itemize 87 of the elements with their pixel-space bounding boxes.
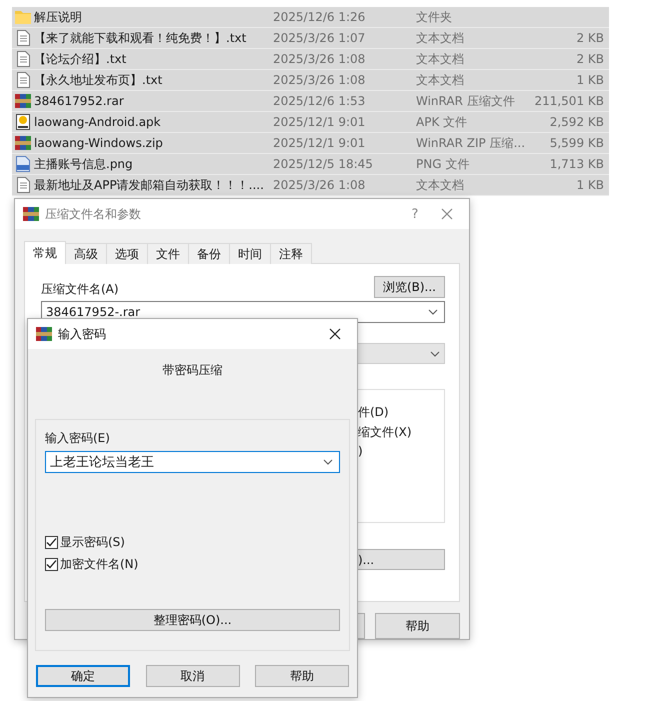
tab[interactable]: 时间	[229, 243, 271, 264]
options-button[interactable]: )...	[357, 549, 445, 570]
window-title: 压缩文件名和参数	[45, 206, 142, 222]
file-name: 【论坛介绍】.txt	[34, 50, 128, 68]
file-date: 2025/12/6 1:26	[273, 10, 366, 24]
file-row[interactable]: 【永久地址发布页】.txt 2025/3/26 1:08 文本文档 1 KB	[12, 70, 609, 91]
books-icon	[36, 326, 52, 342]
option-label: )	[357, 444, 364, 458]
dialog-button[interactable]: 帮助	[255, 665, 349, 687]
file-name: 【来了就能下载和观看！纯免费！】.txt	[34, 30, 248, 46]
file-size: 2 KB	[575, 31, 604, 45]
file-date: 2025/3/26 1:08	[273, 178, 366, 192]
file-size: 2 KB	[575, 52, 604, 66]
file-date: 2025/3/26 1:07	[273, 31, 366, 45]
option-label: 件(D)	[357, 404, 390, 421]
file-name: 主播账号信息.png	[34, 156, 134, 172]
file-size: 1 KB	[575, 178, 604, 192]
dialog-button[interactable]: 取消	[146, 665, 240, 687]
file-name: 解压说明	[34, 8, 83, 26]
file-date: 2025/12/1 9:01	[273, 115, 366, 129]
dialog-heading: 带密码压缩	[162, 362, 222, 379]
document-icon	[16, 51, 30, 67]
file-date: 2025/12/6 1:53	[273, 94, 366, 108]
dialog-button[interactable]: 确定	[36, 665, 130, 687]
tab[interactable]: 高级	[65, 243, 107, 264]
file-row[interactable]: 【来了就能下载和观看！纯免费！】.txt 2025/3/26 1:07 文本文档 2 KB	[12, 28, 609, 49]
file-date: 2025/3/26 1:08	[273, 73, 366, 87]
chevron-down-icon	[428, 309, 438, 315]
folder-icon	[15, 10, 31, 24]
file-type: PNG 文件	[416, 156, 470, 172]
organize-passwords-button[interactable]: 整理密码(O)...	[45, 609, 340, 631]
file-row[interactable]: 主播账号信息.png 2025/12/5 18:45 PNG 文件 1,713 KB	[12, 154, 609, 175]
package-icon	[16, 114, 30, 130]
chevron-down-icon	[323, 459, 333, 465]
tab[interactable]: 常规	[24, 241, 66, 264]
password-field[interactable]: 上老王论坛当老王	[45, 451, 340, 473]
checkbox[interactable]	[45, 558, 58, 570]
document-icon	[16, 30, 30, 46]
file-type: WinRAR ZIP 压缩...	[416, 134, 526, 152]
tab[interactable]: 选项	[106, 243, 148, 264]
file-name: 384617952.rar	[34, 94, 125, 108]
chevron-down-icon	[430, 350, 440, 356]
file-row[interactable]: 解压说明 2025/12/6 1:26 文件夹	[12, 7, 609, 28]
help-mark[interactable]: ?	[395, 206, 435, 222]
browse-button[interactable]: 浏览(B)...	[374, 276, 445, 298]
file-name: 【永久地址发布页】.txt	[34, 72, 164, 88]
tab[interactable]: 文件	[147, 243, 189, 264]
books-icon	[15, 93, 31, 109]
file-size: 1 KB	[575, 73, 604, 87]
image-file-icon	[16, 156, 30, 172]
field-label: 输入密码(E)	[45, 430, 111, 447]
file-name: 最新地址及APP请发邮箱自动获取！！！....	[34, 176, 265, 194]
window-title: 输入密码	[58, 326, 107, 342]
file-date: 2025/12/1 9:01	[273, 136, 366, 150]
file-size: 1,713 KB	[548, 157, 604, 171]
file-name: laowang-Windows.zip	[34, 136, 164, 150]
option-label: 缩文件(X)	[357, 424, 413, 441]
help-button[interactable]: 帮助	[375, 613, 460, 639]
checkbox-label[interactable]: 加密文件名(N)	[60, 556, 138, 572]
file-type: 文本文档	[416, 72, 465, 88]
file-type: 文件夹	[416, 8, 453, 26]
file-row[interactable]: laowang-Windows.zip 2025/12/1 9:01 WinRAR ZIP 压缩... 5,599 KB	[12, 133, 609, 154]
field-label: 压缩文件名(A)	[41, 281, 119, 298]
file-date: 2025/3/26 1:08	[273, 52, 366, 66]
file-row[interactable]: 【论坛介绍】.txt 2025/3/26 1:08 文本文档 2 KB	[12, 49, 609, 70]
close-icon[interactable]	[329, 328, 341, 340]
file-name: laowang-Android.apk	[34, 115, 162, 129]
books-icon	[15, 135, 31, 151]
file-type: APK 文件	[416, 114, 468, 130]
file-date: 2025/12/5 18:45	[273, 157, 374, 171]
books-icon	[23, 206, 39, 222]
file-type: 文本文档	[416, 50, 465, 68]
document-icon	[16, 72, 30, 88]
file-row[interactable]: laowang-Android.apk 2025/12/1 9:01 APK 文件 2,592 KB	[12, 112, 609, 133]
tab[interactable]: 注释	[270, 243, 312, 264]
file-row[interactable]: 384617952.rar 2025/12/6 1:53 WinRAR 压缩文件 211,501 KB	[12, 91, 609, 112]
file-row[interactable]: 最新地址及APP请发邮箱自动获取！！！.... 2025/3/26 1:08 文本文档 1 KB	[12, 175, 609, 196]
file-type: 文本文档	[416, 176, 465, 194]
document-icon	[16, 177, 30, 193]
file-size: 2,592 KB	[548, 115, 604, 129]
checkbox-label[interactable]: 显示密码(S)	[60, 534, 125, 550]
file-type: WinRAR 压缩文件	[416, 92, 516, 110]
checkbox[interactable]	[45, 536, 58, 548]
tab[interactable]: 备份	[188, 243, 230, 264]
file-type: 文本文档	[416, 30, 465, 46]
file-size: 5,599 KB	[548, 136, 604, 150]
file-size: 211,501 KB	[533, 94, 604, 108]
